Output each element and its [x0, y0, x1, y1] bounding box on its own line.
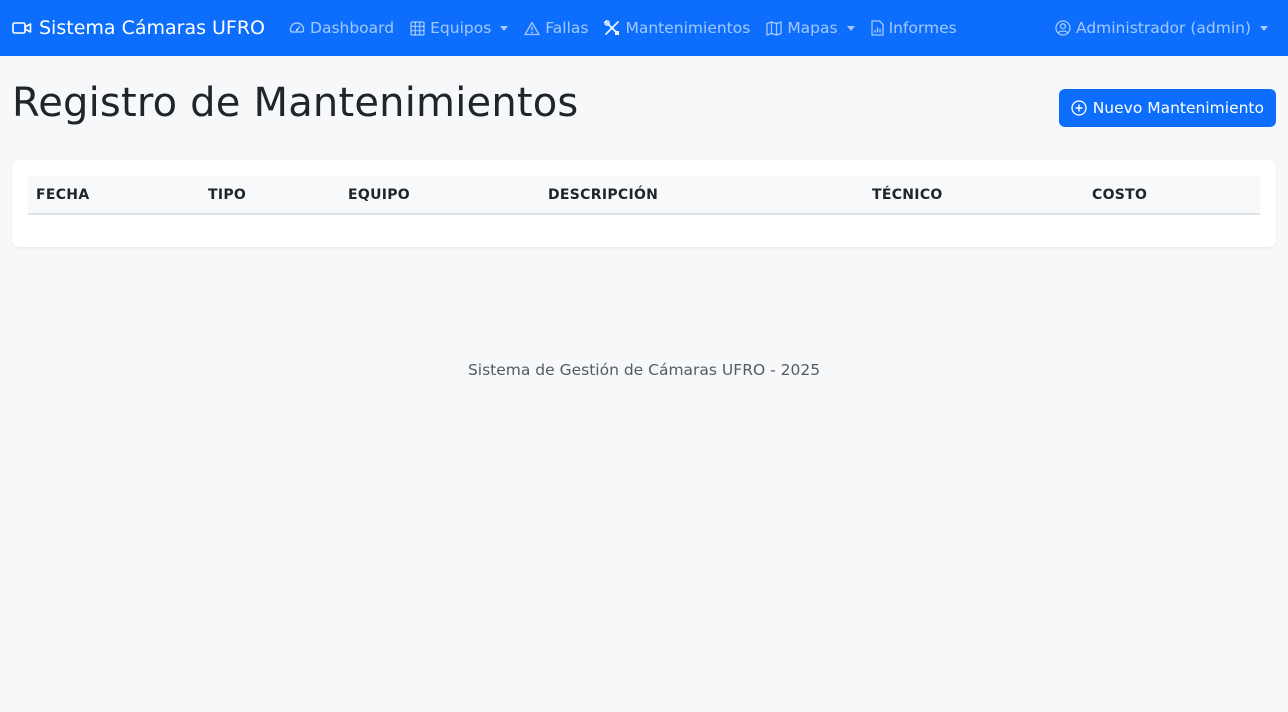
nav-item-label: Mapas [787, 19, 838, 37]
column-header-descripcion[interactable]: DESCRIPCIÓN [540, 176, 864, 215]
maintenance-table-card: FECHA TIPO EQUIPO DESCRIPCIÓN TÉCNICO CO… [12, 160, 1276, 247]
brand-link[interactable]: Sistema Cámaras UFRO [12, 17, 265, 39]
map-icon [766, 20, 782, 36]
brand-title: Sistema Cámaras UFRO [39, 17, 266, 39]
column-header-tecnico[interactable]: TÉCNICO [864, 176, 1084, 215]
table-header-row: FECHA TIPO EQUIPO DESCRIPCIÓN TÉCNICO CO… [28, 176, 1260, 215]
nav-item-mapas[interactable]: Mapas [758, 19, 862, 37]
column-header-fecha[interactable]: FECHA [28, 176, 200, 215]
caret-down-icon [846, 26, 855, 31]
column-header-costo[interactable]: COSTO [1084, 176, 1260, 215]
column-header-tipo[interactable]: TIPO [200, 176, 340, 215]
maintenance-table: FECHA TIPO EQUIPO DESCRIPCIÓN TÉCNICO CO… [28, 176, 1260, 215]
new-maintenance-button[interactable]: Nuevo Mantenimiento [1058, 89, 1276, 127]
plus-circle-icon [1071, 100, 1087, 116]
user-circle-icon [1055, 20, 1071, 36]
nav-item-equipos[interactable]: Equipos [402, 19, 516, 37]
nav-item-fallas[interactable]: Fallas [516, 19, 596, 37]
nav-item-label: Fallas [545, 19, 589, 37]
grid-icon [410, 20, 425, 36]
report-icon [870, 20, 884, 36]
tools-icon [604, 20, 620, 35]
caret-down-icon [1260, 26, 1268, 31]
camera-video-icon [12, 22, 32, 34]
column-header-equipo[interactable]: EQUIPO [340, 176, 540, 215]
nav-item-label: Equipos [430, 19, 492, 37]
nav-item-informes[interactable]: Informes [863, 19, 965, 37]
nav-item-label: Informes [888, 19, 957, 37]
nav-links: Dashboard Equipos Fallas Mantenimientos … [281, 19, 965, 37]
footer-text: Sistema de Gestión de Cámaras UFRO - 202… [467, 361, 821, 379]
user-menu[interactable]: Administrador (admin) [1047, 19, 1276, 37]
nav-item-mantenimientos[interactable]: Mantenimientos [596, 19, 758, 37]
nav-item-label: Dashboard [310, 19, 395, 37]
nav-item-label: Mantenimientos [625, 19, 751, 37]
top-navbar: Sistema Cámaras UFRO Dashboard Equipos F… [0, 0, 1288, 56]
warning-icon [524, 21, 540, 35]
nav-item-dashboard[interactable]: Dashboard [281, 19, 402, 37]
user-menu-container: Administrador (admin) [1047, 0, 1276, 56]
new-maintenance-label: Nuevo Mantenimiento [1092, 99, 1264, 117]
page-title: Registro de Mantenimientos [12, 80, 579, 126]
user-menu-label: Administrador (admin) [1075, 19, 1251, 37]
speedometer-icon [289, 22, 305, 33]
caret-down-icon [500, 26, 509, 31]
